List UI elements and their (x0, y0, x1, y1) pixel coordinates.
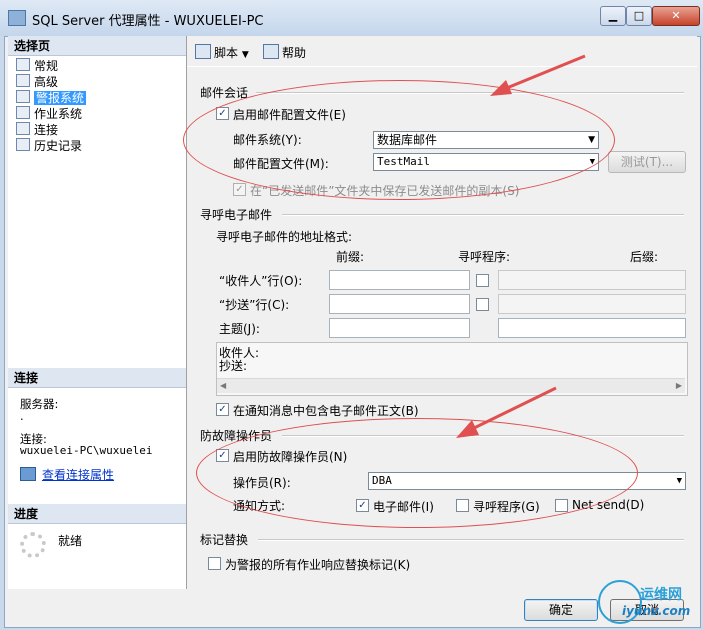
nav-item-job-system[interactable]: 作业系统 (16, 106, 82, 122)
to-line-label: “收件人”行(O): (219, 274, 303, 288)
annotation-ellipse-failsafe (196, 418, 638, 528)
cc-pager-checkbox[interactable] (476, 298, 489, 311)
nav-item-label: 高级 (34, 75, 59, 89)
link-label: 查看连接属性 (42, 468, 115, 482)
test-button[interactable]: 测试(T)... (608, 151, 686, 173)
replace-tokens-checkbox[interactable] (208, 557, 221, 570)
toolbar: 脚本 ▼ 帮助 (187, 38, 697, 67)
save-copy-checkbox[interactable]: ✓ (233, 183, 246, 196)
suffix-column-header: 后缀: (630, 250, 659, 264)
app-icon (8, 10, 26, 26)
view-connection-properties-link[interactable]: 查看连接属性 (20, 466, 114, 483)
progress-status: 就绪 (58, 534, 83, 548)
connection-value: wuxuelei-PC\wuxuelei (20, 444, 153, 457)
progress-header: 进度 (8, 504, 186, 524)
include-body-checkbox[interactable]: ✓ (216, 403, 229, 416)
cc-line-label: “抄送”行(C): (219, 298, 290, 312)
nav-item-history[interactable]: 历史记录 (16, 138, 82, 154)
annotation-arrow-icon (490, 54, 586, 96)
nav-item-general[interactable]: 常规 (16, 58, 58, 74)
subject-prefix-input[interactable] (329, 318, 470, 338)
script-icon (195, 44, 211, 59)
watermark-site-url: iyunv.com (622, 604, 691, 618)
watermark-site-name: 运维网 (640, 587, 682, 603)
progress-spinner-icon (20, 532, 46, 558)
server-label: 服务器: (20, 397, 59, 411)
subject-suffix-input[interactable] (498, 318, 686, 338)
left-pane: 选择页 常规 高级 警报系统 作业系统 连接 历史记录 连接 服务器: . 连接… (8, 36, 187, 589)
script-label: 脚本 (214, 46, 239, 60)
divider (258, 539, 684, 541)
page-icon (16, 122, 30, 135)
help-icon (263, 44, 279, 59)
preview-cc-label: 抄送: (219, 359, 248, 373)
cc-suffix-input[interactable] (498, 294, 686, 314)
nav-item-advanced[interactable]: 高级 (16, 74, 58, 90)
script-button[interactable]: 脚本 ▼ (195, 44, 249, 61)
nav-item-label: 作业系统 (34, 107, 83, 121)
pager-group-title: 寻呼电子邮件 (200, 208, 273, 222)
to-prefix-input[interactable] (329, 270, 470, 290)
maximize-button[interactable]: □ (626, 6, 652, 26)
nav-item-label: 常规 (34, 59, 59, 73)
pager-address-format-label: 寻呼电子邮件的地址格式: (216, 230, 353, 244)
annotation-arrow-icon (456, 386, 557, 438)
page-icon (16, 74, 30, 87)
help-button[interactable]: 帮助 (263, 44, 306, 61)
subject-label: 主题(J): (219, 322, 260, 336)
page-icon (16, 106, 30, 119)
chevron-down-icon: ▼ (676, 476, 682, 486)
page-icon (16, 58, 30, 71)
connection-header: 连接 (8, 368, 186, 388)
window-title: SQL Server 代理属性 - WUXUELEI-PC (32, 14, 264, 29)
page-icon (16, 90, 30, 103)
minimize-button[interactable]: ▁ (600, 6, 626, 26)
help-label: 帮助 (282, 46, 307, 60)
include-body-label: 在通知消息中包含电子邮件正文(B) (233, 404, 419, 418)
scroll-right-icon[interactable]: ▶ (676, 381, 682, 390)
pager-column-header: 寻呼程序: (458, 250, 511, 264)
prefix-column-header: 前缀: (336, 250, 365, 264)
divider (282, 214, 684, 216)
token-group-title: 标记替换 (200, 533, 249, 547)
nav-item-label: 连接 (34, 123, 59, 137)
replace-tokens-label: 为警报的所有作业响应替换标记(K) (225, 558, 411, 572)
scroll-left-icon[interactable]: ◀ (220, 381, 226, 390)
to-pager-checkbox[interactable] (476, 274, 489, 287)
chevron-down-icon[interactable]: ▼ (242, 50, 249, 60)
ok-button[interactable]: 确定 (524, 599, 598, 621)
nav-item-connection[interactable]: 连接 (16, 122, 58, 138)
nav-item-label: 警报系统 (34, 91, 87, 105)
nav-item-alert-system[interactable]: 警报系统 (16, 90, 87, 106)
cc-prefix-input[interactable] (329, 294, 470, 314)
page-icon (16, 138, 30, 151)
nav-item-label: 历史记录 (34, 139, 83, 153)
server-value: . (20, 409, 24, 423)
properties-icon (20, 467, 36, 481)
select-page-header: 选择页 (8, 36, 186, 56)
close-button[interactable]: ✕ (652, 6, 700, 26)
to-suffix-input[interactable] (498, 270, 686, 290)
